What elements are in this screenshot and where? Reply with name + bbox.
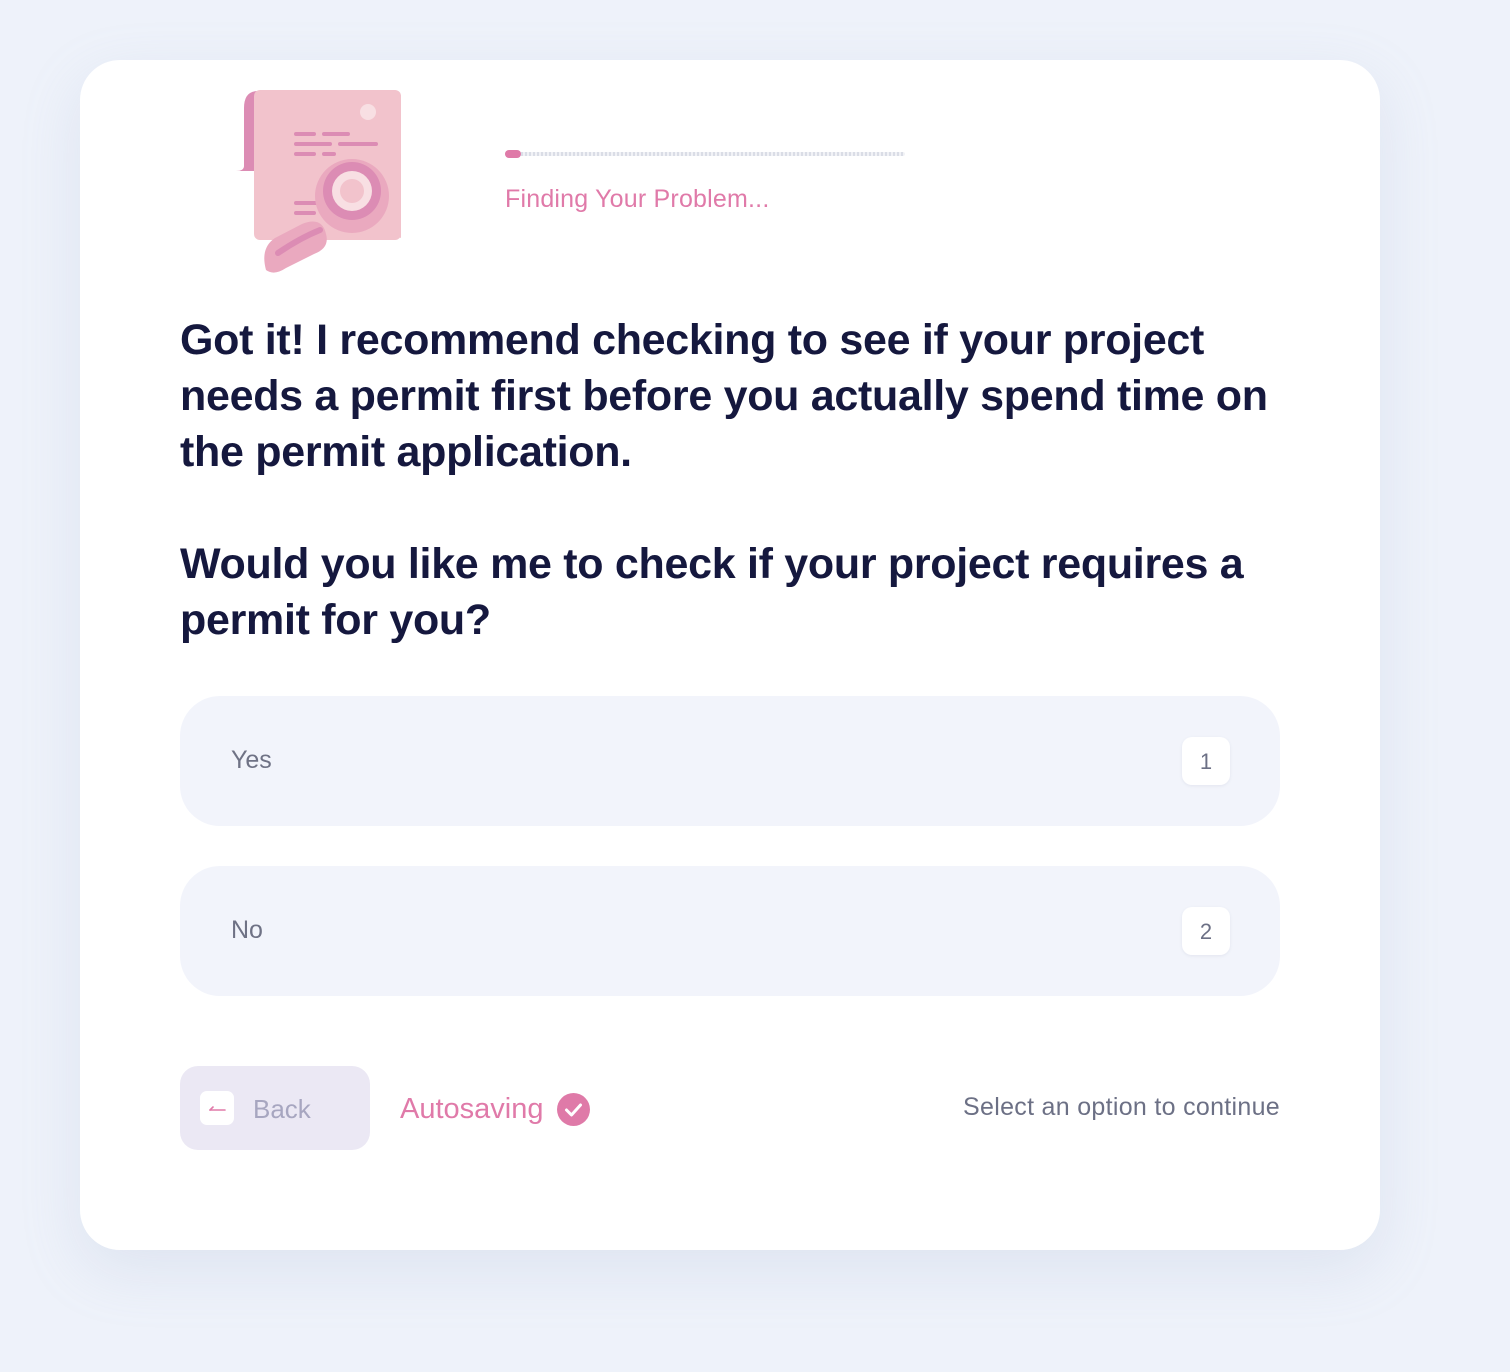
arrow-left-icon <box>200 1091 234 1125</box>
document-magnifier-icon <box>230 88 410 283</box>
continue-hint: Select an option to continue <box>963 1093 1280 1121</box>
progress-bar <box>505 150 905 158</box>
question-card: Finding Your Problem... Got it! I recomm… <box>80 60 1380 1250</box>
option-label: No <box>231 916 263 944</box>
autosave-label: Autosaving <box>400 1092 544 1125</box>
option-no-button[interactable]: No 2 <box>180 866 1280 996</box>
question-prompt: Would you like me to check if your proje… <box>180 540 1244 644</box>
option-yes-button[interactable]: Yes 1 <box>180 696 1280 826</box>
progress-track <box>505 152 905 156</box>
option-label: Yes <box>231 746 272 774</box>
keyboard-shortcut-badge: 1 <box>1182 737 1230 785</box>
back-label: Back <box>253 1094 311 1124</box>
back-button[interactable]: Back <box>180 1066 370 1150</box>
autosave-status: Autosaving <box>400 1089 590 1129</box>
keyboard-shortcut-badge: 2 <box>1182 907 1230 955</box>
check-circle-icon <box>556 1092 590 1126</box>
question-text: Got it! I recommend checking to see if y… <box>180 312 1280 648</box>
question-intro: Got it! I recommend checking to see if y… <box>180 316 1268 476</box>
progress-fill <box>505 150 521 158</box>
progress-status: Finding Your Problem... <box>505 185 770 213</box>
